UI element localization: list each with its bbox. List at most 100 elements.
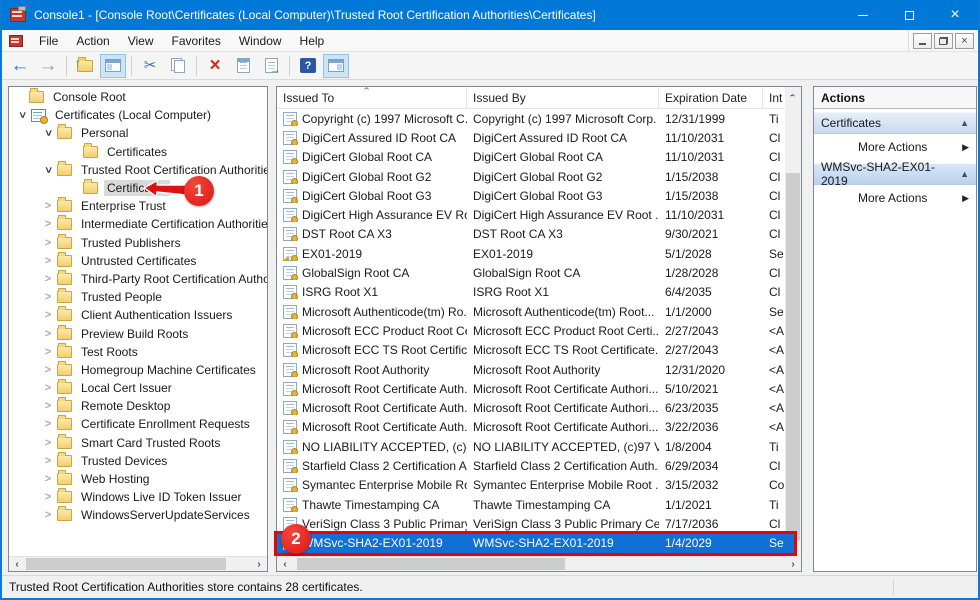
list-hscroll-thumb[interactable] xyxy=(297,558,565,570)
tree-item[interactable]: Trusted Devices xyxy=(9,452,267,470)
certificate-row[interactable]: WMSvc-SHA2-EX01-2019 WMSvc-SHA2-EX01-201… xyxy=(277,534,794,553)
tree-item[interactable]: WindowsServerUpdateServices xyxy=(9,506,267,524)
certificate-row[interactable]: DST Root CA X3 DST Root CA X3 9/30/2021 … xyxy=(277,225,785,244)
tree-item[interactable]: Windows Live ID Token Issuer xyxy=(9,488,267,506)
maximize-button[interactable] xyxy=(886,0,932,30)
tree-expander-icon[interactable] xyxy=(39,309,57,321)
tree-item[interactable]: Trusted Publishers xyxy=(9,234,267,252)
tree-item[interactable]: Trusted Root Certification Authorities xyxy=(9,161,267,179)
collapse-icon[interactable]: ▲ xyxy=(960,118,969,128)
tree-expander-icon[interactable] xyxy=(13,109,31,121)
certificate-row[interactable]: DigiCert High Assurance EV Ro... DigiCer… xyxy=(277,205,785,224)
tree-item[interactable]: Remote Desktop xyxy=(9,397,267,415)
tree-expander-icon[interactable] xyxy=(39,509,57,521)
tree-expander-icon[interactable] xyxy=(39,237,57,249)
tree-item[interactable]: Test Roots xyxy=(9,343,267,361)
certificate-row[interactable]: EX01-2019 EX01-2019 5/1/2028 Se xyxy=(277,244,785,263)
tree-item[interactable]: Certificates xyxy=(9,143,267,161)
tree-item[interactable]: Certificates (Local Computer) xyxy=(9,106,267,124)
scroll-left-icon[interactable]: ‹ xyxy=(9,557,25,571)
column-header-expiration-date[interactable]: Expiration Date xyxy=(659,87,763,108)
tree-expander-icon[interactable] xyxy=(39,218,57,230)
menu-item[interactable]: View xyxy=(119,30,163,51)
tree-item[interactable]: Trusted People xyxy=(9,288,267,306)
menu-item[interactable]: File xyxy=(30,30,67,51)
certificate-row[interactable]: Symantec Enterprise Mobile Ro... Symante… xyxy=(277,476,785,495)
menu-item[interactable]: Favorites xyxy=(163,30,230,51)
tree-item[interactable]: Web Hosting xyxy=(9,470,267,488)
certificate-row[interactable]: Microsoft Root Certificate Auth... Micro… xyxy=(277,418,785,437)
collapse-icon[interactable]: ▲ xyxy=(960,169,969,179)
certificate-row[interactable]: Microsoft Root Certificate Auth... Micro… xyxy=(277,379,785,398)
certificate-row[interactable]: Microsoft Root Certificate Auth... Micro… xyxy=(277,398,785,417)
menu-item[interactable]: Action xyxy=(67,30,118,51)
show-hide-console-tree-button[interactable]: ▸ xyxy=(100,54,126,78)
child-minimize-button[interactable] xyxy=(913,33,932,49)
cut-button[interactable]: ✂ xyxy=(137,54,163,78)
certificate-row[interactable]: NO LIABILITY ACCEPTED, (c)97 ... NO LIAB… xyxy=(277,437,785,456)
certificate-row[interactable]: GlobalSign Root CA GlobalSign Root CA 1/… xyxy=(277,263,785,282)
scroll-up-icon[interactable]: › xyxy=(785,87,801,103)
tree-expander-icon[interactable] xyxy=(39,328,57,340)
tree-item[interactable]: Certificates xyxy=(9,179,267,197)
certificate-row[interactable]: Microsoft ECC TS Root Certifica... Micro… xyxy=(277,341,785,360)
certificate-row[interactable]: DigiCert Global Root CA DigiCert Global … xyxy=(277,148,785,167)
export-list-button[interactable] xyxy=(258,54,284,78)
tree-hscroll-thumb[interactable] xyxy=(26,558,226,570)
tree-item[interactable]: Smart Card Trusted Roots xyxy=(9,434,267,452)
back-button[interactable]: ← xyxy=(7,54,33,78)
properties-button[interactable] xyxy=(230,54,256,78)
certificate-row[interactable]: Microsoft Root Authority Microsoft Root … xyxy=(277,360,785,379)
tree-expander-icon[interactable] xyxy=(39,273,57,285)
tree-item[interactable]: Enterprise Trust xyxy=(9,197,267,215)
tree-expander-icon[interactable] xyxy=(39,473,57,485)
close-button[interactable]: × xyxy=(932,0,978,30)
scroll-left-icon[interactable]: ‹ xyxy=(277,557,293,571)
certificate-row[interactable]: ISRG Root X1 ISRG Root X1 6/4/2035 Cl xyxy=(277,283,785,302)
certificate-row[interactable]: Starfield Class 2 Certification A... Sta… xyxy=(277,456,785,475)
tree-expander-icon[interactable] xyxy=(39,127,57,139)
more-actions-wmsvc[interactable]: More Actions ▶ xyxy=(814,185,976,211)
menu-item[interactable]: Window xyxy=(230,30,291,51)
actions-section-certificates[interactable]: Certificates ▲ xyxy=(814,112,976,134)
certificate-row[interactable]: DigiCert Assured ID Root CA DigiCert Ass… xyxy=(277,128,785,147)
scroll-right-icon[interactable]: › xyxy=(785,557,801,571)
up-one-level-button[interactable] xyxy=(72,54,98,78)
tree-expander-icon[interactable] xyxy=(39,346,57,358)
tree-expander-icon[interactable] xyxy=(39,255,57,267)
help-button[interactable]: ? xyxy=(295,54,321,78)
tree-item[interactable]: Client Authentication Issuers xyxy=(9,306,267,324)
column-header-intended-purposes[interactable]: Int xyxy=(763,87,785,108)
list-vscroll-thumb[interactable] xyxy=(786,173,800,540)
tree-expander-icon[interactable] xyxy=(39,418,57,430)
tree-item[interactable]: Console Root xyxy=(9,88,267,106)
tree-expander-icon[interactable] xyxy=(39,164,57,176)
tree-item[interactable]: Preview Build Roots xyxy=(9,324,267,342)
certificate-row[interactable]: Copyright (c) 1997 Microsoft C... Copyri… xyxy=(277,109,785,128)
child-restore-button[interactable] xyxy=(934,33,953,49)
certificate-row[interactable]: Microsoft Authenticode(tm) Ro... Microso… xyxy=(277,302,785,321)
more-actions-certificates[interactable]: More Actions ▶ xyxy=(814,134,976,160)
tree-expander-icon[interactable] xyxy=(39,291,57,303)
certificate-row[interactable]: Microsoft ECC Product Root Ce... Microso… xyxy=(277,321,785,340)
tree-item[interactable]: Third-Party Root Certification Authoriti… xyxy=(9,270,267,288)
tree-horizontal-scrollbar[interactable]: ‹ › xyxy=(9,556,267,571)
child-close-button[interactable]: × xyxy=(955,33,974,49)
forward-button[interactable]: → xyxy=(35,54,61,78)
tree-item[interactable]: Intermediate Certification Authorities xyxy=(9,215,267,233)
tree-expander-icon[interactable] xyxy=(39,382,57,394)
minimize-button[interactable] xyxy=(840,0,886,30)
tree-item[interactable]: Untrusted Certificates xyxy=(9,252,267,270)
certificate-row[interactable]: DigiCert Global Root G2 DigiCert Global … xyxy=(277,167,785,186)
tree-item[interactable]: Homegroup Machine Certificates xyxy=(9,361,267,379)
tree-expander-icon[interactable] xyxy=(39,491,57,503)
tree-expander-icon[interactable] xyxy=(39,455,57,467)
tree-expander-icon[interactable] xyxy=(39,437,57,449)
copy-button[interactable] xyxy=(165,54,191,78)
certificate-row[interactable]: VeriSign Class 3 Public Primary ... Veri… xyxy=(277,514,785,533)
delete-button[interactable]: × xyxy=(202,54,228,78)
tree-item[interactable]: Personal xyxy=(9,124,267,142)
tree-expander-icon[interactable] xyxy=(39,400,57,412)
tree-item[interactable]: Local Cert Issuer xyxy=(9,379,267,397)
list-vertical-scrollbar[interactable]: › › xyxy=(785,87,801,556)
